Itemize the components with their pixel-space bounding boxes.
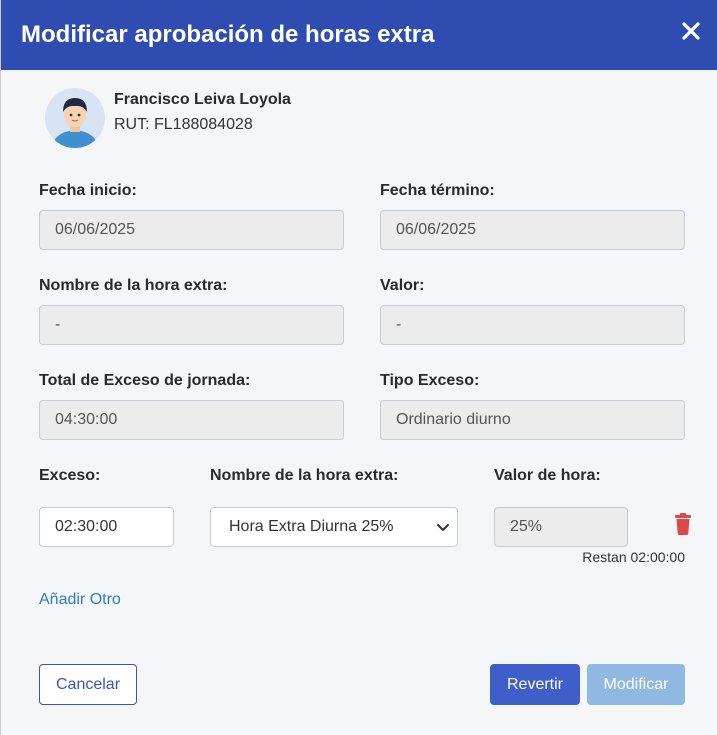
fecha-termino-label: Fecha término: [380,182,495,199]
modal-title: Modificar aprobación de horas extra [21,21,435,48]
fecha-termino-field: 06/06/2025 [380,210,685,250]
chevron-down-icon [437,524,449,531]
modal-dialog: Modificar aprobación de horas extra Fran… [0,0,717,735]
tipo-exceso-label: Tipo Exceso: [380,372,480,389]
total-exceso-label: Total de Exceso de jornada: [39,372,251,389]
total-exceso-field: 04:30:00 [39,400,344,440]
employee-name: Francisco Leiva Loyola [114,91,291,108]
fecha-inicio-field: 06/06/2025 [39,210,344,250]
valor-field: - [380,305,685,345]
valor-hora-label: Valor de hora: [494,467,601,484]
nombre-hora-extra-select[interactable]: Hora Extra Diurna 25% [210,507,458,547]
user-avatar-icon [45,88,105,148]
add-another-link[interactable]: Añadir Otro [39,591,121,609]
employee-rut: RUT: FL188084028 [114,116,253,133]
modify-button[interactable]: Modificar [587,664,685,705]
revert-button[interactable]: Revertir [490,664,580,705]
nombre-hora-extra-field: - [39,305,344,345]
exceso-input[interactable]: 02:30:00 [39,507,174,547]
fecha-inicio-label: Fecha inicio: [39,182,137,199]
select-value: Hora Extra Diurna 25% [229,518,394,535]
valor-hora-field: 25% [494,507,628,547]
tipo-exceso-field: Ordinario diurno [380,400,685,440]
nombre-hora-extra-select-label: Nombre de la hora extra: [210,467,399,484]
modal-header: Modificar aprobación de horas extra [1,0,717,70]
nombre-hora-extra-label: Nombre de la hora extra: [39,277,228,294]
trash-icon[interactable] [673,513,693,535]
exceso-label: Exceso: [39,467,101,484]
close-icon[interactable] [680,20,702,42]
valor-label: Valor: [380,277,425,294]
cancel-button[interactable]: Cancelar [39,664,137,705]
restan-text: Restan 02:00:00 [582,549,685,565]
